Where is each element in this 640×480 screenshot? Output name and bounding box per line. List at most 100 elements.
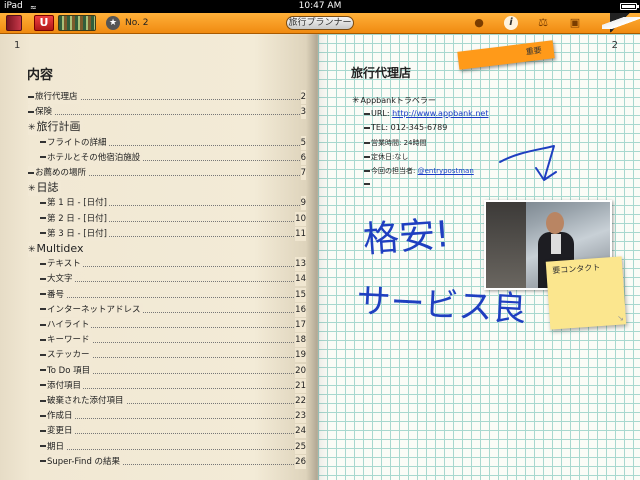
toc-entry[interactable]: 作成日 23 — [40, 409, 306, 424]
toc-entry-label: 作成日 — [40, 409, 75, 424]
toc-entry[interactable]: 保険 3 — [28, 105, 306, 120]
right-page: 2 重要 旅行代理店 ✳Appbankトラベラー URL: http://www… — [318, 34, 640, 480]
toc-entry-page: 20 — [295, 363, 306, 378]
toc-entry-text: 変更日 — [47, 426, 73, 437]
toc-entry-page: 25 — [295, 439, 306, 454]
toc-entry[interactable]: フライトの詳細 5 — [40, 135, 306, 150]
toc-entry[interactable]: ✳Multidex — [28, 242, 306, 257]
toc-entry[interactable]: 第 1 日 - [日付] 9 — [40, 196, 306, 211]
toc-entry-text: フライトの詳細 — [47, 137, 107, 148]
toc-entry-label: ✳日誌 — [28, 181, 61, 197]
holiday: 定休日:なし — [371, 153, 409, 161]
toc-entry[interactable]: インターネットアドレス 16 — [40, 302, 306, 317]
star-mark-icon: ✳ — [28, 184, 36, 195]
left-page-number: 1 — [14, 40, 21, 51]
sticky-note[interactable]: 要コンタクト ↘ — [545, 256, 627, 330]
sticky-note-text: 要コンタクト — [552, 262, 601, 276]
hours-line: 営業時間: 24時間 — [364, 138, 427, 148]
toc-entry[interactable]: To Do 項目 20 — [40, 363, 306, 378]
toc-entry-page: 24 — [295, 424, 306, 439]
tel: TEL: 012-345-6789 — [371, 123, 448, 132]
toc-entry-page: 18 — [295, 333, 306, 348]
toc-entry[interactable]: Super-Find の結果 26 — [40, 454, 306, 469]
toc-entry[interactable]: 番号 15 — [40, 287, 306, 302]
toc-entry-text: ハイライト — [47, 320, 90, 330]
toc-entry-page: 11 — [295, 226, 306, 241]
important-tag[interactable]: 重要 — [457, 40, 555, 70]
toc-entry-page: 23 — [295, 409, 306, 424]
toc-entry-text: 破棄された添付項目 — [47, 396, 124, 406]
agency-name: Appbankトラベラー — [360, 96, 436, 105]
toc-entry[interactable]: ✳日誌 — [28, 181, 306, 197]
microphone-icon[interactable]: ● — [472, 16, 486, 30]
toc-entry[interactable]: ✳旅行計画 — [28, 120, 306, 136]
toc-entry-label: 添付項目 — [40, 378, 84, 393]
toc-entry-text: テキスト — [47, 259, 81, 270]
toc-entry[interactable]: ステッカー 19 — [40, 348, 306, 363]
resize-handle-icon[interactable]: ↘ — [617, 313, 624, 322]
status-bar: iPad ≈ 10:47 AM — [0, 0, 640, 13]
toc-entry[interactable]: 第 2 日 - [日付] 10 — [40, 211, 306, 226]
notebook-library-icon[interactable] — [6, 15, 22, 31]
contact-label: 今回の担当者: — [371, 167, 418, 175]
bullet-icon — [40, 429, 46, 432]
bullet-icon — [40, 232, 46, 235]
toc-entry[interactable]: 第 3 日 - [日付] 11 — [40, 226, 306, 241]
toc-entry-label: Super-Find の結果 — [40, 454, 123, 469]
leader-dots — [40, 448, 306, 450]
bullet-icon — [40, 156, 46, 159]
toc-entry-text: 大文字 — [47, 274, 73, 285]
toc-entry[interactable]: お薦めの場所 7 — [28, 166, 306, 180]
toc-entry[interactable]: テキスト 13 — [40, 257, 306, 272]
clock: 10:47 AM — [298, 1, 342, 11]
toc-entry[interactable]: 期日 25 — [40, 439, 306, 454]
star-icon[interactable]: ★ — [106, 16, 120, 30]
toc-entry-page: 15 — [295, 287, 306, 302]
toc-entry[interactable]: 添付項目 21 — [40, 378, 306, 393]
bullet-icon — [40, 141, 46, 144]
toc-entry-label: 旅行代理店 — [28, 90, 80, 104]
bullet-icon — [28, 110, 34, 113]
bullet-icon — [40, 201, 46, 204]
url-link[interactable]: http://www.appbank.net — [392, 109, 488, 118]
toc-entry[interactable]: 破棄された添付項目 22 — [40, 394, 306, 408]
toc-entry[interactable]: 変更日 24 — [40, 424, 306, 439]
leader-dots — [40, 296, 306, 298]
page-title-button[interactable]: 旅行プランナー — [286, 16, 354, 30]
bullet-icon — [364, 156, 370, 158]
toc-entry[interactable]: ハイライト 17 — [40, 318, 306, 332]
toc-entry-text: 添付項目 — [47, 380, 82, 391]
toc-entry-text: 第 1 日 - [日付] — [47, 198, 107, 209]
toc-title: 内容 — [27, 68, 54, 83]
scale-icon[interactable]: ⚖ — [536, 16, 550, 30]
info-icon[interactable]: i — [504, 16, 518, 30]
toc-entry-page: 22 — [295, 394, 306, 408]
leader-dots — [40, 281, 306, 283]
bullet-icon — [28, 95, 34, 98]
toc-entry[interactable]: キーワード 18 — [40, 333, 306, 348]
note-heading: 旅行代理店 — [351, 66, 412, 80]
contact-link[interactable]: @entrypostman — [418, 167, 474, 175]
toc-entry-text: 第 2 日 - [日付] — [47, 213, 107, 224]
leader-dots — [40, 418, 306, 420]
bullet-icon — [364, 170, 370, 172]
holiday-line: 定休日:なし — [364, 152, 408, 162]
page-spine — [306, 34, 330, 480]
toc-entry-text: 旅行代理店 — [35, 92, 78, 102]
toc-entry-label: To Do 項目 — [40, 363, 93, 378]
bullet-icon — [28, 171, 34, 174]
tag-button[interactable]: U — [34, 15, 54, 31]
toc-entry[interactable]: 旅行代理店 2 — [28, 90, 306, 104]
bullet-icon — [40, 369, 46, 372]
empty-bullet-line[interactable] — [364, 179, 371, 188]
toc-entry[interactable]: ホテルとその他宿泊施設 6 — [40, 150, 306, 165]
bullet-icon — [40, 293, 46, 296]
toc-entry-label: ステッカー — [40, 348, 92, 363]
bullet-icon — [40, 308, 46, 311]
bullet-icon — [364, 142, 370, 144]
page-strip-icon[interactable] — [58, 15, 96, 31]
image-icon[interactable]: ▣ — [568, 16, 582, 30]
agency-line: ✳Appbankトラベラー — [352, 95, 436, 106]
toc-entry-text: ホテルとその他宿泊施設 — [47, 152, 141, 163]
toc-entry[interactable]: 大文字 14 — [40, 272, 306, 287]
